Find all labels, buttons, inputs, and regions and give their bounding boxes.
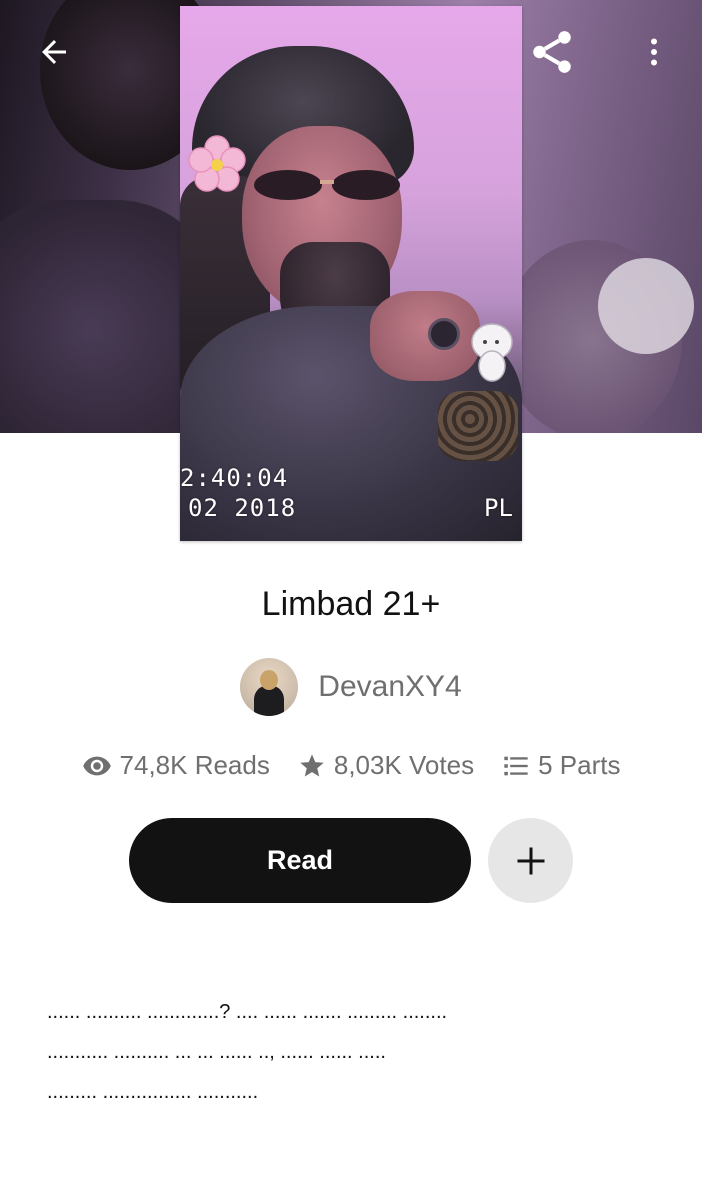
eye-icon xyxy=(82,756,111,775)
votes-count: 8,03K Votes xyxy=(333,750,475,780)
cover-time-overlay: 2:40:04 xyxy=(180,464,289,492)
more-options-button[interactable] xyxy=(624,22,684,82)
votes-stat: 8,03K Votes xyxy=(298,750,474,781)
more-vertical-icon xyxy=(651,38,657,66)
flower-sticker xyxy=(188,135,246,192)
backdrop-sticker xyxy=(598,258,694,354)
parts-count: 5 Parts xyxy=(538,750,621,780)
cover-bracelet xyxy=(438,391,518,461)
star-icon xyxy=(300,753,324,776)
cover-hand xyxy=(370,291,480,381)
back-button[interactable] xyxy=(24,22,84,82)
author-row[interactable]: DevanXY4 xyxy=(0,658,702,716)
author-name[interactable]: DevanXY4 xyxy=(318,670,461,704)
avatar-figure-body xyxy=(254,686,285,716)
share-button[interactable] xyxy=(522,22,582,82)
read-button[interactable]: Read xyxy=(129,818,471,903)
plus-icon xyxy=(517,847,544,874)
arrow-left-icon xyxy=(42,40,66,64)
story-title: Limbad 21+ xyxy=(261,585,441,623)
reads-stat: 74,8K Reads xyxy=(82,750,270,781)
author-avatar[interactable] xyxy=(240,658,299,716)
story-cover[interactable]: 2:40:04 02 2018 PL xyxy=(180,6,522,541)
parts-stat: 5 Parts xyxy=(502,750,620,781)
cover-ring xyxy=(428,318,460,350)
story-stats: 74,8K Reads 8,03K Votes 5 Parts xyxy=(0,750,702,781)
add-to-library-button[interactable] xyxy=(488,818,573,903)
cover-sunglasses xyxy=(254,170,400,200)
reads-count: 74,8K Reads xyxy=(119,750,270,780)
description-line: ...... .......... .............? .... ..… xyxy=(47,1001,448,1023)
ghost-sticker xyxy=(471,323,513,382)
story-description: ...... .......... .............? .... ..… xyxy=(47,992,657,1112)
cover-date-overlay: 02 2018 xyxy=(188,494,297,522)
share-icon xyxy=(533,31,571,73)
cover-play-overlay: PL xyxy=(484,494,513,522)
list-icon xyxy=(504,756,528,775)
description-line: ......... ................ ........... xyxy=(47,1081,259,1103)
description-line: ........... .......... ... ... ...... ..… xyxy=(47,1041,386,1063)
